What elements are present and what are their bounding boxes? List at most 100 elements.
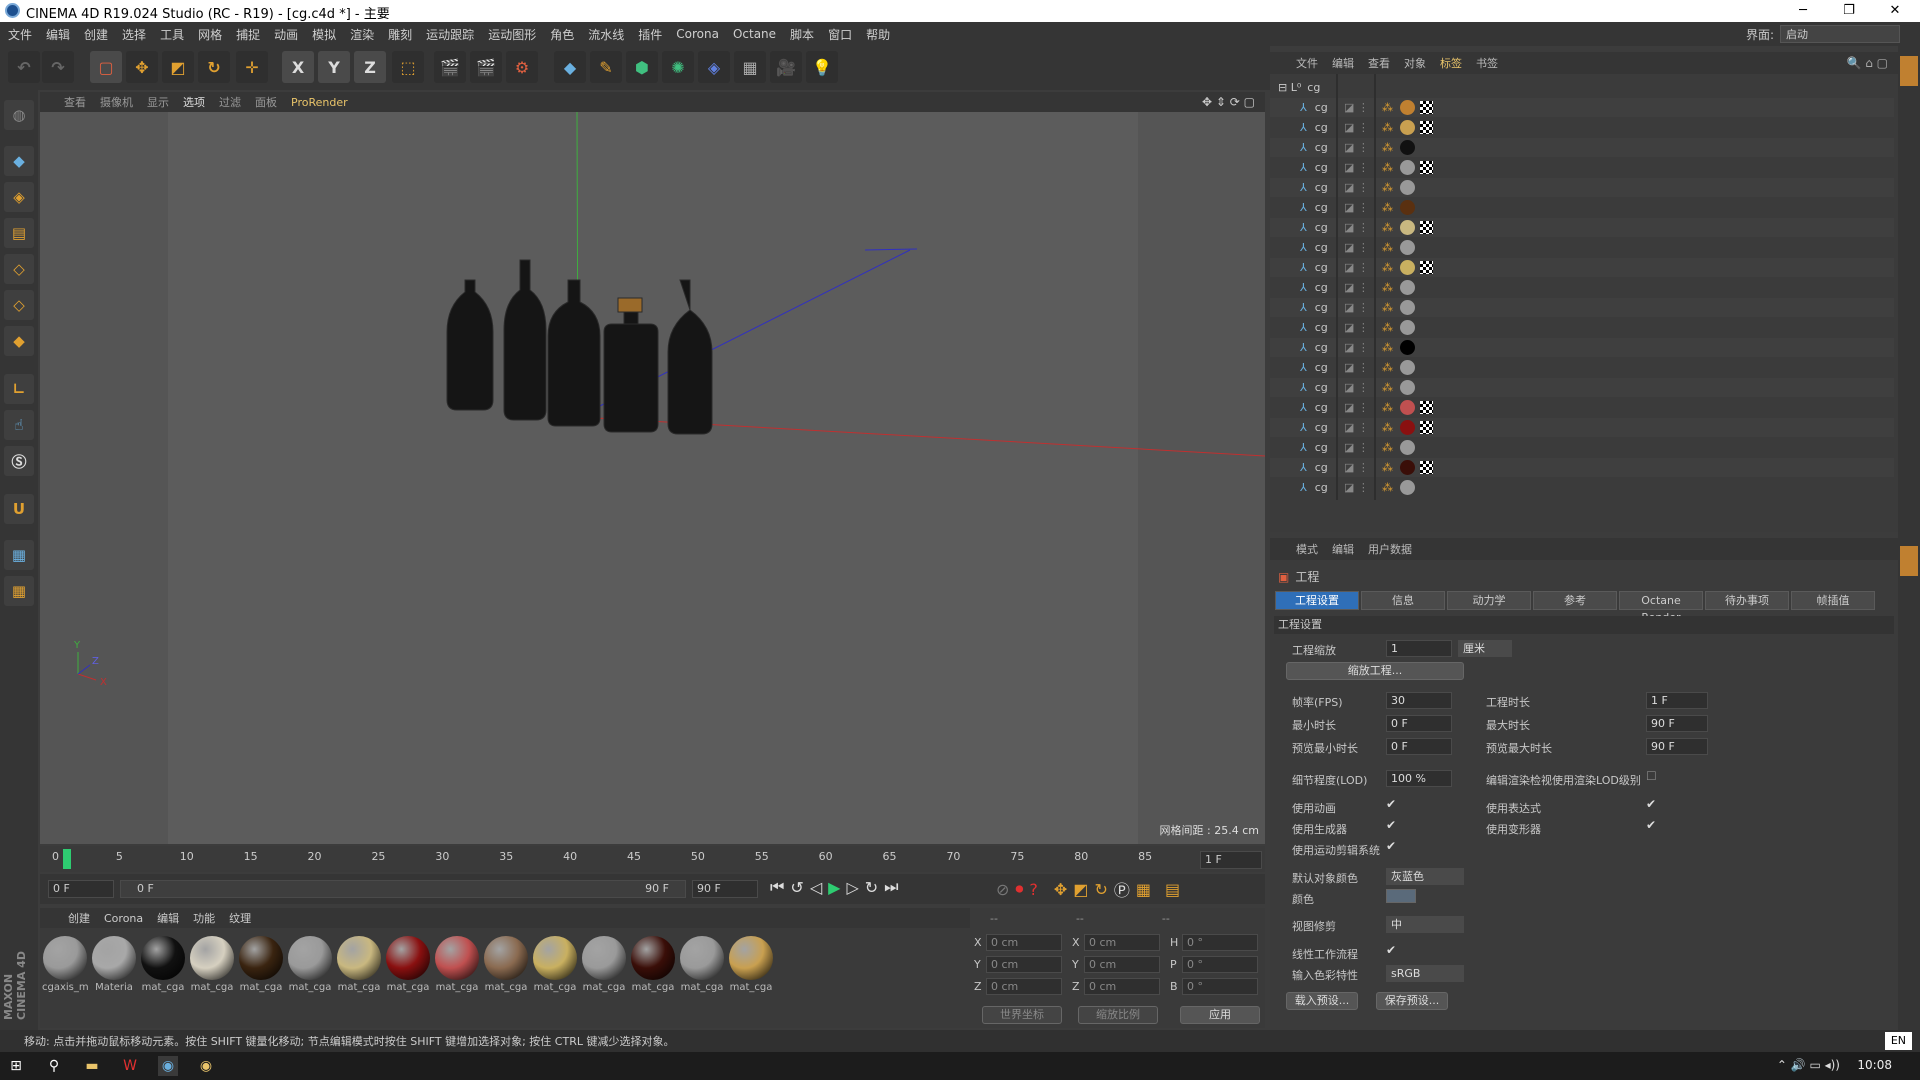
viewport-menu-prorender[interactable]: ProRender (291, 96, 348, 109)
cube-primitive-icon[interactable]: ◆ (554, 51, 586, 83)
material-swatch[interactable]: mat_cga (728, 936, 774, 996)
phong-tag-icon[interactable]: ⁂ (1382, 281, 1393, 294)
lod-field[interactable]: 100 % (1386, 770, 1452, 787)
lod-render-checkbox[interactable]: ☐ (1646, 769, 1657, 783)
texture-tag-icon[interactable] (1420, 221, 1433, 234)
floor-icon[interactable]: ▦ (734, 51, 766, 83)
coord-value-field[interactable]: 0 cm (1084, 978, 1160, 995)
input-color-dropdown[interactable]: sRGB (1386, 965, 1464, 982)
viewport-menu-display[interactable]: 显示 (147, 94, 169, 110)
x-axis-toggle[interactable]: X (282, 51, 314, 83)
cloner-icon[interactable]: ✺ (662, 51, 694, 83)
use-expression-checkbox[interactable]: ✔ (1646, 797, 1656, 811)
tab-info[interactable]: 信息 (1361, 591, 1445, 610)
camera-icon[interactable]: 🎥 (770, 51, 802, 83)
material-tag-icon[interactable] (1400, 460, 1415, 475)
phong-tag-icon[interactable]: ⁂ (1382, 381, 1393, 394)
visibility-toggle-icon[interactable]: ◪ ⋮ (1344, 281, 1369, 294)
material-swatch[interactable]: mat_cga (581, 936, 627, 996)
input-language[interactable]: EN (1884, 1032, 1912, 1050)
scale-mode-dropdown[interactable]: 缩放比例 (1078, 1006, 1158, 1024)
menu-file[interactable]: 文件 (8, 26, 32, 43)
preview-max-field[interactable]: 90 F (1646, 738, 1708, 755)
attr-menu-edit[interactable]: 编辑 (1332, 541, 1354, 557)
visibility-toggle-icon[interactable]: ◪ ⋮ (1344, 261, 1369, 274)
minimize-button[interactable]: ─ (1780, 0, 1826, 22)
autokey-icon[interactable]: ? (1029, 880, 1038, 899)
visibility-toggle-icon[interactable]: ◪ ⋮ (1344, 461, 1369, 474)
material-swatch[interactable]: mat_cga (336, 936, 382, 996)
material-tag-icon[interactable] (1400, 480, 1415, 495)
render-settings-icon[interactable]: ⚙ (506, 51, 538, 83)
material-swatch[interactable]: Materia (91, 936, 137, 996)
z-axis-toggle[interactable]: Z (354, 51, 386, 83)
material-swatch[interactable]: mat_cga (287, 936, 333, 996)
material-tag-icon[interactable] (1400, 200, 1415, 215)
render-view-icon[interactable]: 🎬 (434, 51, 466, 83)
phong-tag-icon[interactable]: ⁂ (1382, 201, 1393, 214)
scale-field[interactable]: 1 (1386, 640, 1452, 657)
coord-value-field[interactable]: 0 ° (1182, 934, 1258, 951)
object-row[interactable]: ⅄ cg ◪ ⋮ ⁂ (1270, 178, 1894, 197)
playhead[interactable] (63, 849, 71, 869)
visibility-toggle-icon[interactable]: ◪ ⋮ (1344, 161, 1369, 174)
visibility-toggle-icon[interactable]: ◪ ⋮ (1344, 341, 1369, 354)
coord-value-field[interactable]: 0 cm (1084, 934, 1160, 951)
material-tag-icon[interactable] (1400, 380, 1415, 395)
material-swatch[interactable]: mat_cga (630, 936, 676, 996)
object-row[interactable]: ⅄ cg ◪ ⋮ ⁂ (1270, 138, 1894, 157)
material-tag-icon[interactable] (1400, 220, 1415, 235)
key-pla-icon[interactable]: ▦ (1136, 880, 1151, 899)
use-generator-checkbox[interactable]: ✔ (1386, 818, 1396, 832)
next-frame-icon[interactable]: ▷ (846, 878, 858, 897)
phong-tag-icon[interactable]: ⁂ (1382, 361, 1393, 374)
snap-icon[interactable]: U (4, 494, 34, 524)
material-tag-icon[interactable] (1400, 420, 1415, 435)
visibility-toggle-icon[interactable]: ◪ ⋮ (1344, 221, 1369, 234)
material-tag-icon[interactable] (1400, 260, 1415, 275)
menu-motion-tracking[interactable]: 运动跟踪 (426, 26, 474, 43)
material-tag-icon[interactable] (1400, 240, 1415, 255)
solo-mode-icon[interactable]: Ⓢ (4, 446, 34, 476)
object-row[interactable]: ⅄ cg ◪ ⋮ ⁂ (1270, 358, 1894, 377)
obj-menu-object[interactable]: 对象 (1404, 55, 1426, 71)
viewport-menu-options[interactable]: 选项 (183, 94, 205, 110)
material-tag-icon[interactable] (1400, 280, 1415, 295)
material-swatch[interactable]: mat_cga (434, 936, 480, 996)
tab-reference[interactable]: 参考 (1533, 591, 1617, 610)
menu-create[interactable]: 创建 (84, 26, 108, 43)
color-swatch[interactable] (1386, 889, 1416, 903)
object-row[interactable]: ⅄ cg ◪ ⋮ ⁂ (1270, 278, 1894, 297)
light-icon[interactable]: 💡 (806, 51, 838, 83)
visibility-toggle-icon[interactable]: ◪ ⋮ (1344, 301, 1369, 314)
mat-menu-texture[interactable]: 纹理 (229, 910, 251, 926)
object-row[interactable]: ⅄ cg ◪ ⋮ ⁂ (1270, 438, 1894, 457)
object-row-root[interactable]: ⊟ L⁰ cg (1270, 78, 1894, 97)
obj-menu-edit[interactable]: 编辑 (1332, 55, 1354, 71)
go-to-end-icon[interactable]: ⏭ (884, 877, 898, 897)
menu-pipeline[interactable]: 流水线 (588, 26, 624, 43)
menu-animate[interactable]: 动画 (274, 26, 298, 43)
preview-min-field[interactable]: 0 F (1386, 738, 1452, 755)
deformer-icon[interactable]: ◈ (698, 51, 730, 83)
object-row[interactable]: ⅄ cg ◪ ⋮ ⁂ (1270, 298, 1894, 317)
object-row[interactable]: ⅄ cg ◪ ⋮ ⁂ (1270, 238, 1894, 257)
material-swatch[interactable]: mat_cga (532, 936, 578, 996)
texture-mode-icon[interactable]: ◈ (4, 182, 34, 212)
material-swatch[interactable]: mat_cga (140, 936, 186, 996)
maximize-button[interactable]: ❐ (1826, 0, 1872, 22)
object-row[interactable]: ⅄ cg ◪ ⋮ ⁂ (1270, 338, 1894, 357)
phong-tag-icon[interactable]: ⁂ (1382, 321, 1393, 334)
object-row[interactable]: ⅄ cg ◪ ⋮ ⁂ (1270, 98, 1894, 117)
workplane-icon[interactable]: ▤ (4, 218, 34, 248)
menu-mesh[interactable]: 网格 (198, 26, 222, 43)
phong-tag-icon[interactable]: ⁂ (1382, 441, 1393, 454)
scale-project-button[interactable]: 缩放工程... (1286, 662, 1464, 680)
mat-menu-edit[interactable]: 编辑 (157, 910, 179, 926)
material-swatch[interactable]: mat_cga (385, 936, 431, 996)
menu-character[interactable]: 角色 (550, 26, 574, 43)
timeline-window-icon[interactable]: ▤ (1165, 880, 1180, 899)
object-row[interactable]: ⅄ cg ◪ ⋮ ⁂ (1270, 218, 1894, 237)
material-tag-icon[interactable] (1400, 320, 1415, 335)
viewport-nav-icons[interactable]: ✥ ⇕ ⟳ ▢ (1202, 95, 1255, 109)
